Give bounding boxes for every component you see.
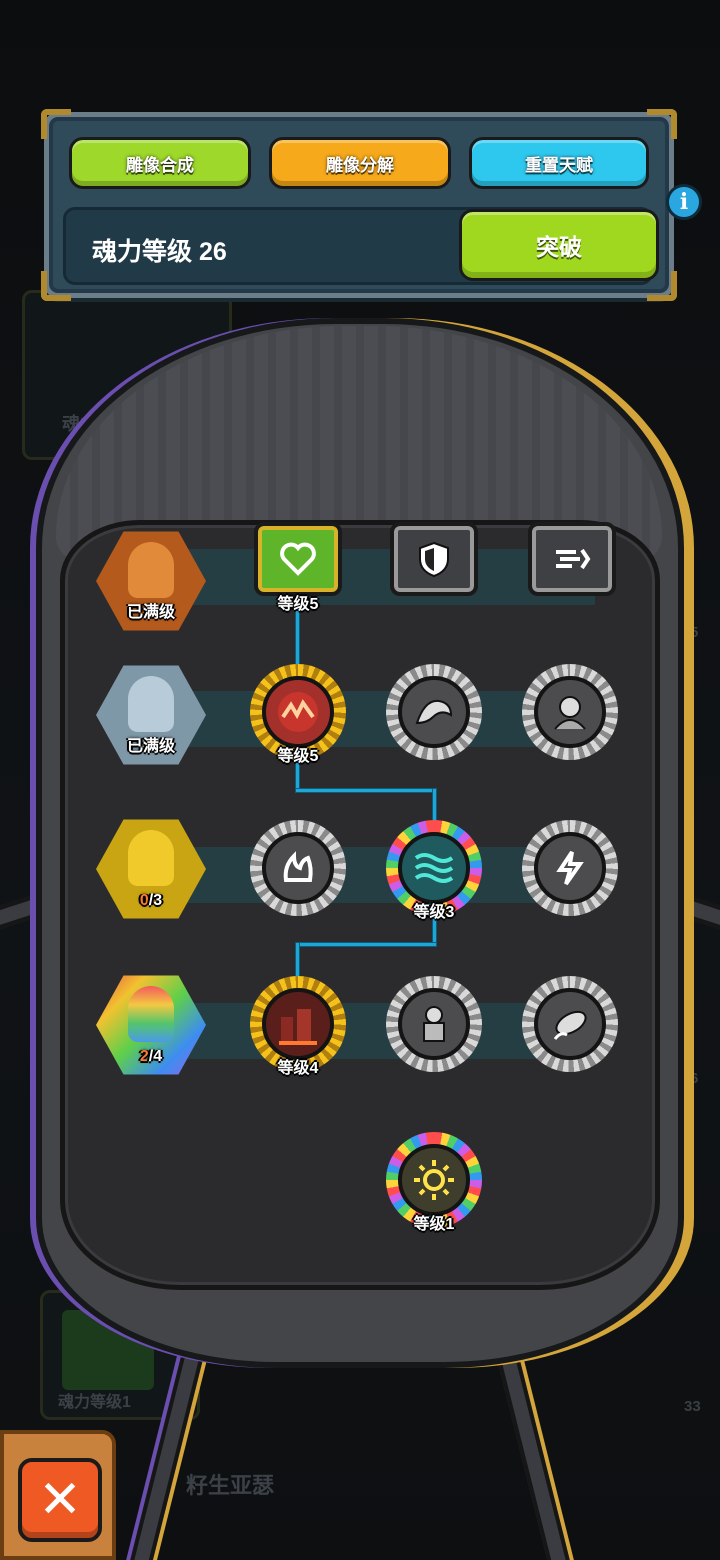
talent-node-wave[interactable]: 等级3 — [386, 820, 482, 921]
talent-level-label: 等级1 — [413, 1216, 455, 1233]
wave-icon — [398, 832, 470, 904]
statue-progress: 2/4 — [139, 1048, 163, 1065]
creature-icon — [534, 676, 606, 748]
close-button[interactable]: ✕ — [18, 1458, 102, 1542]
lightning-icon — [534, 832, 606, 904]
close-icon: ✕ — [38, 1471, 82, 1529]
talent-node-lava[interactable]: 等级4 — [250, 976, 346, 1077]
statue-figure — [128, 542, 174, 598]
background-text: 魂力等级1 — [58, 1394, 131, 1411]
statue-synthesis-button[interactable]: 雕像合成 — [69, 137, 251, 189]
info-icon[interactable]: i — [666, 184, 702, 220]
shield-icon — [419, 541, 449, 578]
background-number: 5 — [690, 624, 699, 641]
dragon-icon — [398, 676, 470, 748]
talent-level-label: 等级4 — [277, 1060, 319, 1077]
panel-corner — [41, 109, 71, 139]
background-number: 6 — [690, 1070, 699, 1087]
talent-node-rocket[interactable] — [522, 976, 618, 1072]
talent-node-lightning[interactable] — [522, 820, 618, 916]
talent-level-label: 等级5 — [277, 748, 319, 765]
statue-progress: 0/3 — [139, 892, 163, 909]
lava-icon — [262, 988, 334, 1060]
talent-path — [432, 788, 437, 824]
statue-decompose-button[interactable]: 雕像分解 — [269, 137, 451, 189]
close-button-frame: ✕ — [0, 1430, 116, 1560]
talent-path — [295, 942, 300, 978]
breakthrough-button[interactable]: 突破 — [459, 209, 659, 281]
background-number: 7 — [684, 1172, 693, 1189]
flame-icon — [262, 832, 334, 904]
talent-node-flame[interactable] — [250, 820, 346, 916]
rocket-icon — [534, 988, 606, 1060]
talent-node-speed[interactable] — [528, 522, 616, 596]
panel-corner — [647, 109, 677, 139]
talent-node-heart-level: 等级5 — [250, 548, 346, 613]
talent-node-sun[interactable]: 等级1 — [386, 1132, 482, 1233]
speed-icon — [556, 548, 591, 570]
knight-icon — [398, 988, 470, 1060]
talent-node-creature[interactable] — [522, 664, 618, 760]
talent-level-label: 等级3 — [413, 904, 455, 921]
talent-node-shield[interactable] — [390, 522, 478, 596]
background-text: 籽生亚瑟 — [186, 1473, 275, 1498]
statue-figure — [128, 830, 174, 886]
header-panel: 雕像合成 雕像分解 重置天赋 魂力等级 26 突破 — [41, 109, 677, 301]
talent-path — [295, 942, 437, 947]
sun-icon — [398, 1144, 470, 1216]
background-number: 33 — [684, 1398, 701, 1415]
reset-talent-button[interactable]: 重置天赋 — [469, 137, 649, 189]
statue-status: 已满级 — [126, 604, 175, 621]
fire-ball-icon — [262, 676, 334, 748]
talent-node-dragon[interactable] — [386, 664, 482, 760]
statue-figure — [128, 986, 174, 1042]
talent-node-knight[interactable] — [386, 976, 482, 1072]
talent-path — [295, 788, 437, 793]
talent-level-label: 等级5 — [277, 596, 319, 613]
talent-node-fire-ball[interactable]: 等级5 — [250, 664, 346, 765]
soul-level-label: 魂力等级 26 — [92, 238, 227, 266]
statue-figure — [128, 676, 174, 732]
statue-status: 已满级 — [126, 738, 175, 755]
